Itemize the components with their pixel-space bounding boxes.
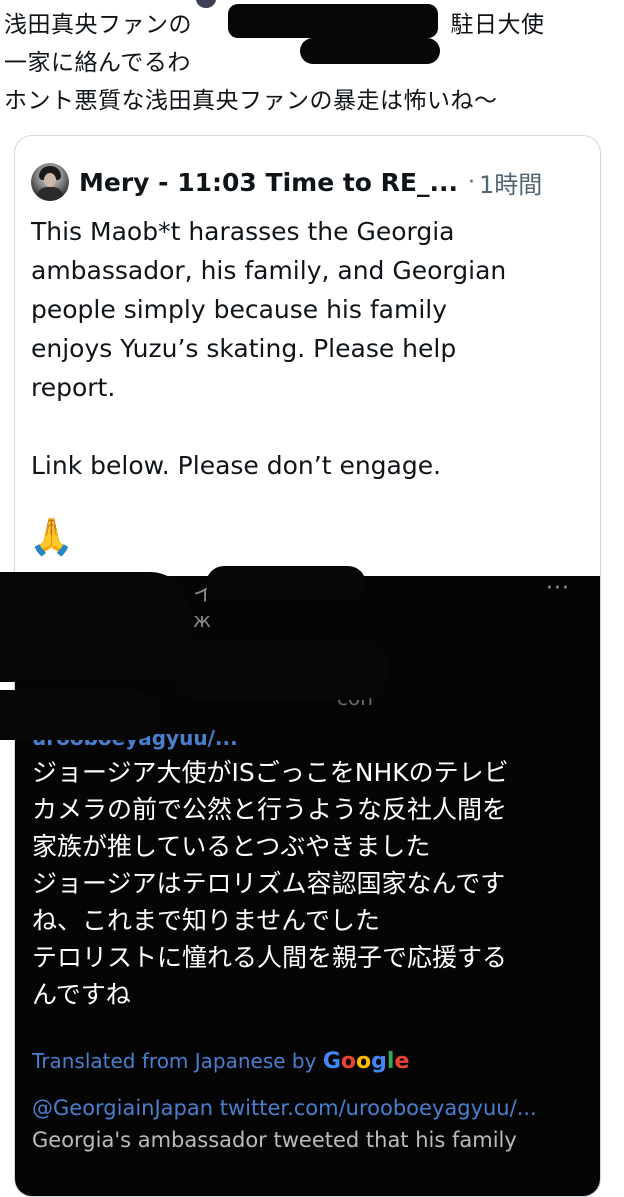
pray-emoji: 🙏 [29,517,74,558]
cut-off-text: Georgia's ambassador tweeted that his fa… [32,1128,517,1152]
redaction-scribble [300,38,440,64]
quoted-tweet-header: Mery - 11:03 Time to RE_... · 1時間 [31,162,542,202]
google-logo: Google [322,1049,410,1074]
quoted-author-name[interactable]: Mery - 11:03 Time to RE_... [79,168,458,197]
redaction-blob-center [170,640,390,700]
header-separator: · [468,169,476,195]
quoted-author-avatar[interactable] [31,163,69,201]
redaction-blob-under-top [0,690,160,740]
translation-credit[interactable]: Translated from Japanese by Google [32,1049,409,1074]
quoted-tweet-body: This Maob*t harasses the Georgia ambassa… [31,217,507,480]
mention-link[interactable]: @GeorgiainJapan twitter.com/urooboeyagyu… [32,1096,537,1120]
redaction-blob-name [206,566,366,602]
faded-char: ж [193,608,212,632]
translated-text: ジョージア大使がISごっこをNHKのテレビ カメラの前で公然と行うような反社人間… [32,758,509,1009]
more-options-icon[interactable]: ··· [546,576,570,601]
translation-credit-label: Translated from Japanese by [32,1049,323,1073]
redaction-blob-left [0,572,190,682]
quoted-tweet-time[interactable]: 1時間 [479,165,542,200]
redaction-username [228,4,438,38]
